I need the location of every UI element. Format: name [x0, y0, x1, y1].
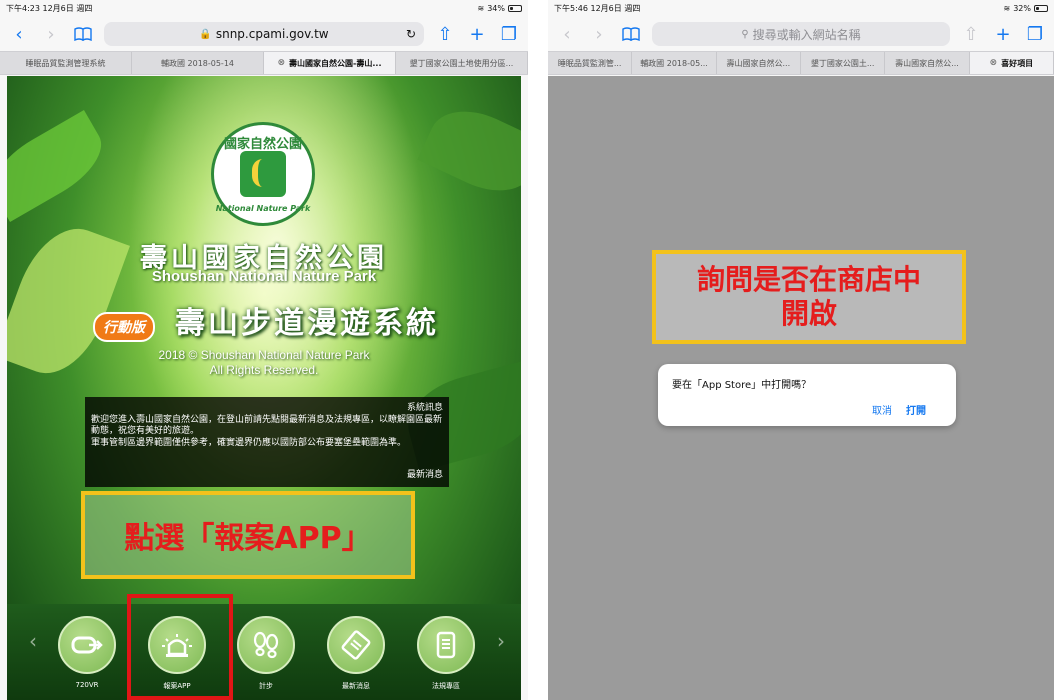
- battery-percent: 32%: [1013, 4, 1031, 13]
- nav-label: 計步: [259, 682, 273, 690]
- browser-toolbar: ‹ › 🔒 snnp.cpami.gov.tw ↻ ⇧ + ❐: [0, 17, 528, 51]
- bookmarks-icon[interactable]: [620, 23, 642, 45]
- system-notice: 系統訊息 歡迎您進入壽山國家自然公園，在登山前請先點閱最新消息及法規專區，以瞭解…: [85, 397, 449, 487]
- vr-icon: [58, 616, 116, 674]
- nav-regulations[interactable]: 法規專區: [411, 616, 481, 691]
- scroll-icon: [417, 616, 475, 674]
- nav-pedometer[interactable]: 計步: [231, 616, 301, 691]
- instruction-callout: 點選「報案APP」: [81, 491, 415, 579]
- tab-5[interactable]: 壽山國家自然公...: [885, 52, 970, 74]
- browser-toolbar: ‹ › ⚲ 搜尋或輸入網站名稱 ⇧ + ❐: [548, 17, 1054, 51]
- tab-2[interactable]: 輔政國 2018-05...: [632, 52, 717, 74]
- nav-latest-news[interactable]: 最新消息: [321, 616, 391, 691]
- tab-1[interactable]: 睡眠品質監測管...: [548, 52, 633, 74]
- battery-icon: [508, 5, 522, 12]
- latest-news-link[interactable]: 最新消息: [407, 470, 443, 481]
- address-bar[interactable]: 🔒 snnp.cpami.gov.tw ↻: [104, 22, 424, 46]
- search-placeholder: 搜尋或輸入網站名稱: [752, 27, 861, 42]
- logo-bottom-text: National Nature Park: [215, 204, 311, 213]
- status-time: 下午4:23 12月6日 週四: [6, 4, 93, 13]
- tab-bar: 睡眠品質監測管... 輔政國 2018-05... 壽山國家自然公... 墾丁國…: [548, 51, 1054, 75]
- url-text: snnp.cpami.gov.tw: [215, 27, 329, 41]
- reload-icon[interactable]: ↻: [406, 27, 416, 41]
- new-tab-icon[interactable]: +: [466, 23, 488, 45]
- next-arrow-icon[interactable]: ›: [497, 629, 505, 653]
- notice-body-2: 軍事管制區邊界範圍僅供參考，確實邊界仍應以國防部公布要塞堡壘範圍為準。: [91, 438, 407, 448]
- battery-fill: [1036, 7, 1040, 10]
- right-screenshot: 下午5:46 12月6日 週四 ≋ 32% ‹ › ⚲ 搜尋或輸入網站名稱 ⇧ …: [548, 0, 1054, 700]
- nav-label: 法規專區: [432, 682, 460, 690]
- new-tab-icon[interactable]: +: [992, 23, 1014, 45]
- mobile-version-badge: 行動版: [93, 312, 155, 342]
- nav-label: 最新消息: [342, 682, 370, 690]
- status-time: 下午5:46 12月6日 週四: [554, 4, 641, 13]
- lock-icon: 🔒: [199, 28, 212, 40]
- tab-6-active[interactable]: ⊗ 喜好項目: [969, 52, 1054, 74]
- open-button[interactable]: 打開: [906, 402, 926, 417]
- tabs-icon[interactable]: ❐: [1024, 23, 1046, 45]
- tab-1[interactable]: 睡眠品質監測管理系統: [0, 52, 132, 74]
- bottom-nav: ‹ 720VR 報案APP 計步 最新消息 法規專區 ›: [7, 604, 521, 700]
- foliage: [7, 110, 114, 222]
- wifi-icon: ≋: [477, 4, 485, 13]
- logo-emblem-icon: [240, 151, 286, 197]
- search-icon: ⚲: [741, 28, 749, 40]
- foliage: [417, 96, 521, 206]
- notice-body-1: 歡迎您進入壽山國家自然公園，在登山前請先點閱最新消息及法規專區，以瞭解園區最新動…: [91, 415, 443, 436]
- status-bar: 下午5:46 12月6日 週四 ≋ 32%: [548, 0, 1054, 17]
- cancel-button[interactable]: 取消: [872, 402, 892, 417]
- nav-720vr[interactable]: 720VR: [52, 616, 122, 689]
- news-icon: [327, 616, 385, 674]
- battery-fill: [510, 7, 514, 10]
- wifi-icon: ≋: [1003, 4, 1011, 13]
- bookmarks-icon[interactable]: [72, 23, 94, 45]
- battery-icon: [1034, 5, 1048, 12]
- tab-2[interactable]: 輔政國 2018-05-14: [132, 52, 264, 74]
- back-icon[interactable]: ‹: [556, 23, 578, 45]
- back-icon[interactable]: ‹: [8, 23, 30, 45]
- forward-icon[interactable]: ›: [40, 23, 62, 45]
- notice-title: 系統訊息: [406, 403, 443, 413]
- prev-arrow-icon[interactable]: ‹: [29, 629, 37, 653]
- forward-icon[interactable]: ›: [588, 23, 610, 45]
- tab-4[interactable]: 墾丁國家公園土地使用分區...: [396, 52, 528, 74]
- tab-bar: 睡眠品質監測管理系統 輔政國 2018-05-14 ⊗ 壽山國家自然公園-壽山..…: [0, 51, 528, 75]
- status-bar: 下午4:23 12月6日 週四 ≋ 34%: [0, 0, 528, 17]
- tab-3-active[interactable]: ⊗ 壽山國家自然公園-壽山...: [264, 52, 396, 74]
- search-input[interactable]: ⚲ 搜尋或輸入網站名稱: [652, 22, 950, 46]
- close-tab-icon[interactable]: ⊗: [990, 58, 998, 68]
- tab-4[interactable]: 墾丁國家公園土...: [801, 52, 886, 74]
- copyright: 2018 © Shoushan National Nature Park All…: [158, 348, 370, 377]
- share-icon[interactable]: ⇧: [960, 23, 982, 45]
- share-icon[interactable]: ⇧: [434, 23, 456, 45]
- battery-percent: 34%: [487, 4, 505, 13]
- highlight-report-app: [127, 594, 233, 700]
- left-screenshot: 下午4:23 12月6日 週四 ≋ 34% ‹ › 🔒 snnp.cpami.g…: [0, 0, 528, 700]
- logo-top-text: 國家自然公園: [223, 137, 302, 152]
- park-logo: 國家自然公園 National Nature Park: [211, 122, 315, 226]
- instruction-callout: 詢問是否在商店中 開啟: [652, 250, 966, 344]
- open-in-app-store-dialog: 要在「App Store」中打開嗎？ 取消 打開: [658, 364, 956, 426]
- web-page: 國家自然公園 National Nature Park 壽山國家自然公園 Sho…: [7, 76, 521, 700]
- system-title: 壽山步道漫遊系統: [175, 306, 439, 341]
- park-name-english: Shoushan National Nature Park: [151, 268, 377, 285]
- dimmed-page: 詢問是否在商店中 開啟 要在「App Store」中打開嗎？ 取消 打開: [548, 76, 1054, 700]
- nav-label: 720VR: [75, 681, 99, 689]
- close-tab-icon[interactable]: ⊗: [278, 58, 286, 68]
- tab-3[interactable]: 壽山國家自然公...: [717, 52, 801, 74]
- tabs-icon[interactable]: ❐: [498, 23, 520, 45]
- footprints-icon: [237, 616, 295, 674]
- dialog-message: 要在「App Store」中打開嗎？: [672, 380, 812, 391]
